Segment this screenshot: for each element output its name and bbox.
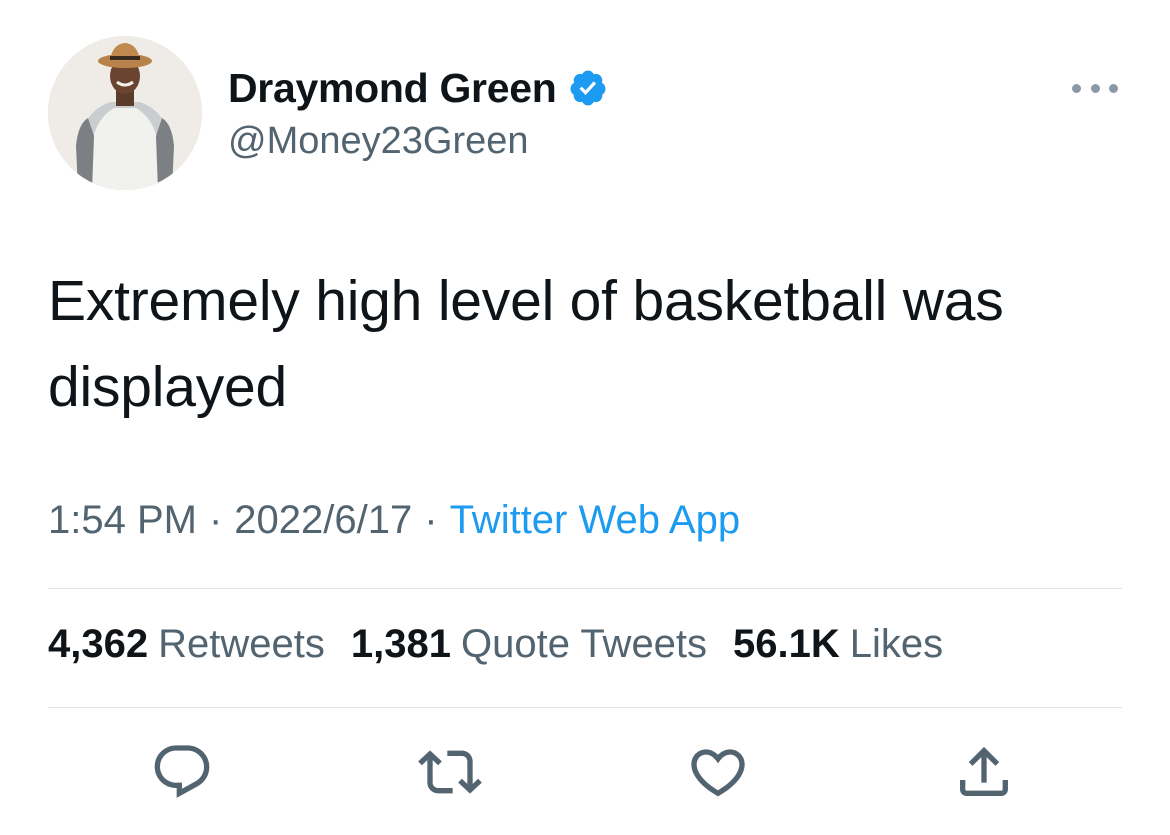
heart-icon [691,749,745,797]
divider [48,707,1122,708]
tweet-time[interactable]: 1:54 PM [48,498,197,542]
dot [1109,83,1118,93]
dot [1090,83,1100,93]
tweet-meta: 1:54 PM · 2022/6/17 · Twitter Web App [48,498,740,543]
tweet-text: Extremely high level of basketball was d… [48,269,1004,419]
retweets-stat[interactable]: 4,362 Retweets [48,622,325,667]
avatar-photo [48,36,202,190]
likes-label: Likes [849,622,944,666]
action-bar [0,740,1170,810]
share-icon [960,746,1008,796]
likes-stat[interactable]: 56.1K Likes [733,622,943,667]
engagement-stats: 4,362 Retweets 1,381 Quote Tweets 56.1K Lik… [48,622,969,667]
divider [48,588,1122,589]
meta-separator: · [424,498,438,542]
share-button[interactable] [952,740,1016,804]
likes-count: 56.1K [733,622,840,666]
quotes-label: Quote Tweets [460,622,708,666]
author-block: Draymond Green @Money23Green [228,62,608,163]
quotes-count: 1,381 [350,622,451,666]
retweet-button[interactable] [418,740,482,804]
dot [1072,83,1081,93]
verified-badge-icon [568,68,608,108]
avatar[interactable] [48,36,202,190]
reply-button[interactable] [150,740,214,804]
reply-icon [154,745,210,798]
display-name[interactable]: Draymond Green [228,65,557,112]
retweets-label: Retweets [158,622,325,666]
more-horizontal-icon[interactable] [1072,78,1118,98]
retweet-icon [418,750,482,794]
name-row: Draymond Green [228,62,608,114]
source-link[interactable]: Twitter Web App [450,498,741,542]
retweets-count: 4,362 [48,622,149,666]
meta-separator: · [208,498,223,542]
tweet-date[interactable]: 2022/6/17 [234,498,412,542]
like-button[interactable] [686,740,750,804]
tweet-card: Draymond Green @Money23Green Extremely h… [0,0,1170,835]
handle[interactable]: @Money23Green [228,120,608,163]
quote-tweets-stat[interactable]: 1,381 Quote Tweets [351,622,707,667]
